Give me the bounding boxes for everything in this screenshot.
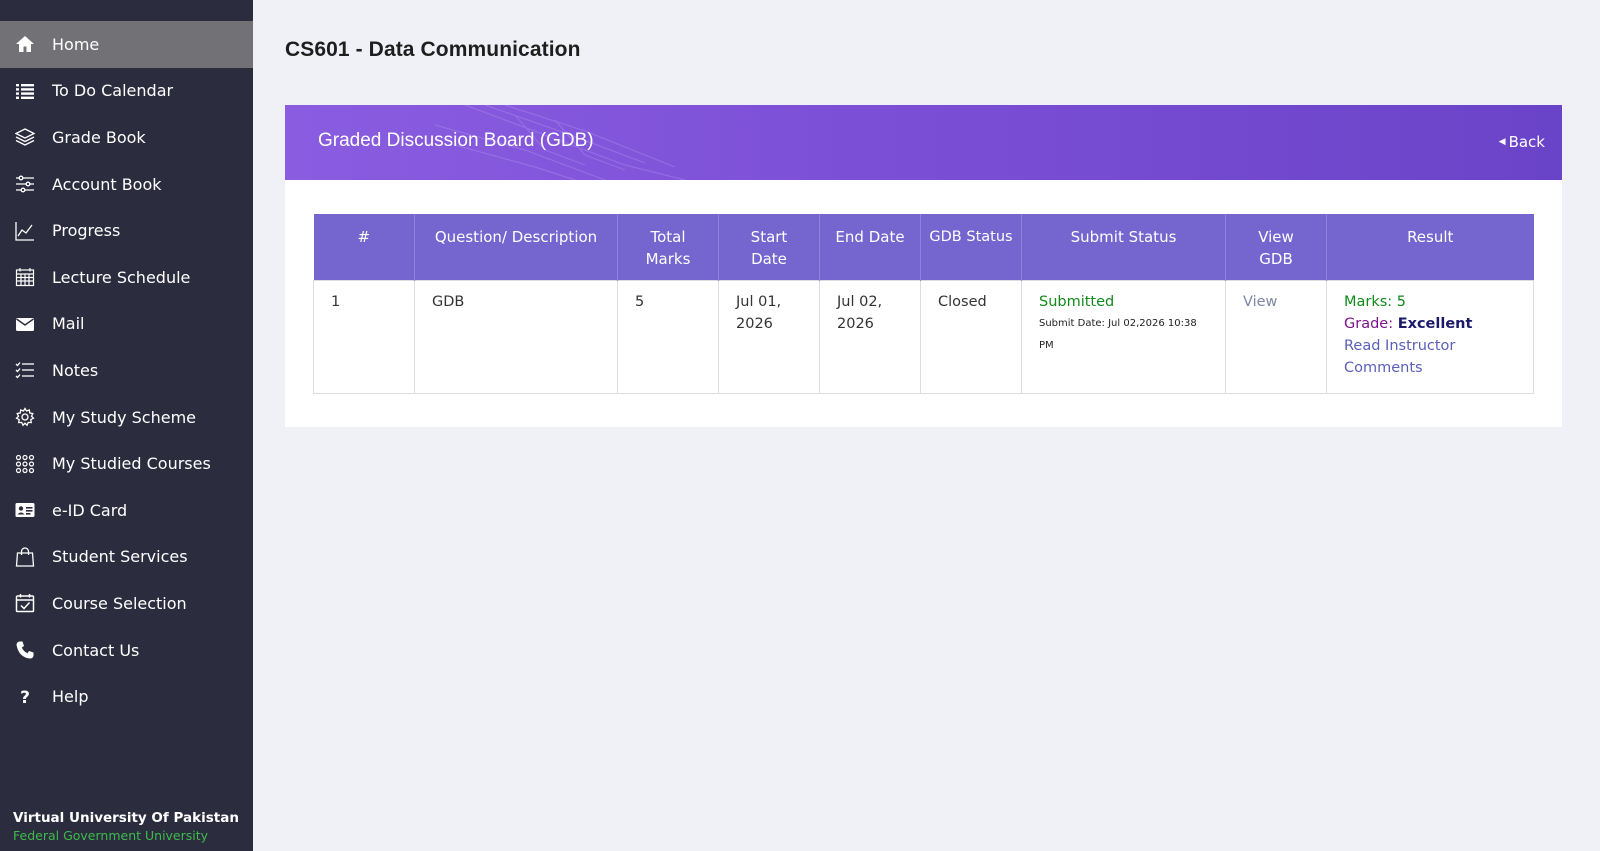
back-label: Back: [1508, 133, 1545, 151]
gdb-table: # Question/ Description Total Marks Star…: [313, 214, 1534, 394]
sidebar-item-label: Lecture Schedule: [52, 267, 191, 287]
sidebar-item-progress[interactable]: Progress: [0, 207, 253, 254]
chart-line-icon: [14, 220, 36, 242]
shopping-bag-icon: [14, 546, 36, 568]
result-marks: Marks: 5: [1344, 293, 1407, 310]
sidebar-item-mail[interactable]: Mail: [0, 301, 253, 348]
envelope-icon: [14, 313, 36, 335]
dots-grid-icon: [14, 453, 36, 475]
table-row: 1 GDB 5 Jul 01, 2026 Jul 02, 2026 Closed…: [313, 279, 1534, 394]
sidebar-item-label: Student Services: [52, 547, 188, 567]
svg-text:?: ?: [20, 688, 30, 707]
back-link[interactable]: ◀ Back: [1499, 133, 1545, 151]
sidebar-item-label: My Study Scheme: [52, 407, 197, 427]
view-gdb-link[interactable]: View: [1243, 294, 1277, 310]
row-total-marks: 5: [617, 279, 719, 394]
sliders-icon: [14, 173, 36, 195]
row-submit-status-cell: Submitted Submit Date: Jul 02,2026 10:38…: [1021, 279, 1226, 394]
sidebar-item-label: Home: [52, 34, 100, 54]
brand-subtitle: Federal Government University: [13, 828, 209, 843]
row-end-date: Jul 02, 2026: [819, 279, 921, 394]
sidebar-item-account-book[interactable]: Account Book: [0, 161, 253, 208]
row-gdb-status: Closed: [920, 279, 1022, 394]
row-start-date: Jul 01, 2026: [718, 279, 820, 394]
column-header: Question/ Description: [414, 214, 618, 280]
sidebar-item-my-study-scheme[interactable]: My Study Scheme: [0, 394, 253, 441]
result-grade: Grade: Excellent: [1344, 313, 1516, 335]
home-icon: [14, 33, 36, 55]
sidebar-item-help[interactable]: ? Help: [0, 673, 253, 720]
sidebar-item-label: My Studied Courses: [52, 454, 211, 474]
caret-left-icon: ◀: [1498, 137, 1506, 147]
grade-value: Excellent: [1397, 315, 1473, 332]
row-result-cell: Marks: 5 Grade: Excellent Read Instructo…: [1326, 279, 1534, 394]
calendar-grid-icon: [14, 266, 36, 288]
id-card-icon: [14, 499, 36, 521]
sidebar-item-label: Account Book: [52, 174, 162, 194]
column-header: Result: [1326, 214, 1534, 280]
sidebar: Home To Do Calendar Grade Book Account B…: [0, 0, 253, 851]
sidebar-item-label: Progress: [52, 221, 121, 241]
university-brand: Virtual University Of Pakistan Federal G…: [13, 810, 239, 843]
read-instructor-comments-link[interactable]: Read Instructor Comments: [1344, 335, 1516, 379]
page-title: CS601 - Data Communication: [285, 38, 581, 61]
row-description: GDB: [414, 279, 618, 394]
submit-status: Submitted: [1039, 293, 1115, 310]
column-header: GDB Status: [920, 214, 1022, 280]
card-title: Graded Discussion Board (GDB): [318, 130, 594, 151]
sidebar-item-course-selection[interactable]: Course Selection: [0, 580, 253, 627]
column-header: View GDB: [1225, 214, 1327, 280]
sidebar-item-label: Notes: [52, 360, 99, 380]
layers-icon: [14, 126, 36, 148]
checklist-icon: [14, 359, 36, 381]
sidebar-item-label: Contact Us: [52, 640, 140, 660]
column-header: Start Date: [718, 214, 820, 280]
gdb-card: Graded Discussion Board (GDB) ◀ Back # Q…: [285, 105, 1562, 427]
sidebar-item-home[interactable]: Home: [0, 21, 253, 68]
row-view-cell: View: [1225, 279, 1327, 394]
sidebar-item-label: Help: [52, 687, 89, 707]
column-header: #: [313, 214, 415, 280]
sidebar-item-label: Grade Book: [52, 127, 146, 147]
sidebar-item-label: Mail: [52, 314, 85, 334]
card-header: Graded Discussion Board (GDB) ◀ Back: [285, 105, 1562, 180]
sidebar-item-label: e-ID Card: [52, 500, 128, 520]
sidebar-item-label: Course Selection: [52, 593, 187, 613]
row-index: 1: [313, 279, 415, 394]
submit-date: Submit Date: Jul 02,2026 10:38 PM: [1039, 317, 1197, 351]
sidebar-item-student-services[interactable]: Student Services: [0, 534, 253, 581]
question-icon: ?: [14, 686, 36, 708]
phone-icon: [14, 639, 36, 661]
sidebar-item-my-studied-courses[interactable]: My Studied Courses: [0, 440, 253, 487]
column-header: Submit Status: [1021, 214, 1226, 280]
gear-icon: [14, 406, 36, 428]
sidebar-item-lecture-schedule[interactable]: Lecture Schedule: [0, 254, 253, 301]
list-icon: [14, 80, 36, 102]
sidebar-item-grade-book[interactable]: Grade Book: [0, 114, 253, 161]
sidebar-item-notes[interactable]: Notes: [0, 347, 253, 394]
column-header: Total Marks: [617, 214, 719, 280]
calendar-check-icon: [14, 592, 36, 614]
sidebar-item-contact-us[interactable]: Contact Us: [0, 627, 253, 674]
sidebar-item-eid-card[interactable]: e-ID Card: [0, 487, 253, 534]
column-header: End Date: [819, 214, 921, 280]
brand-title: Virtual University Of Pakistan: [13, 810, 239, 826]
sidebar-item-todo-calendar[interactable]: To Do Calendar: [0, 68, 253, 115]
table-header-row: # Question/ Description Total Marks Star…: [313, 214, 1534, 280]
sidebar-nav: Home To Do Calendar Grade Book Account B…: [0, 21, 253, 720]
sidebar-item-label: To Do Calendar: [52, 81, 174, 101]
grade-label: Grade:: [1344, 315, 1394, 332]
